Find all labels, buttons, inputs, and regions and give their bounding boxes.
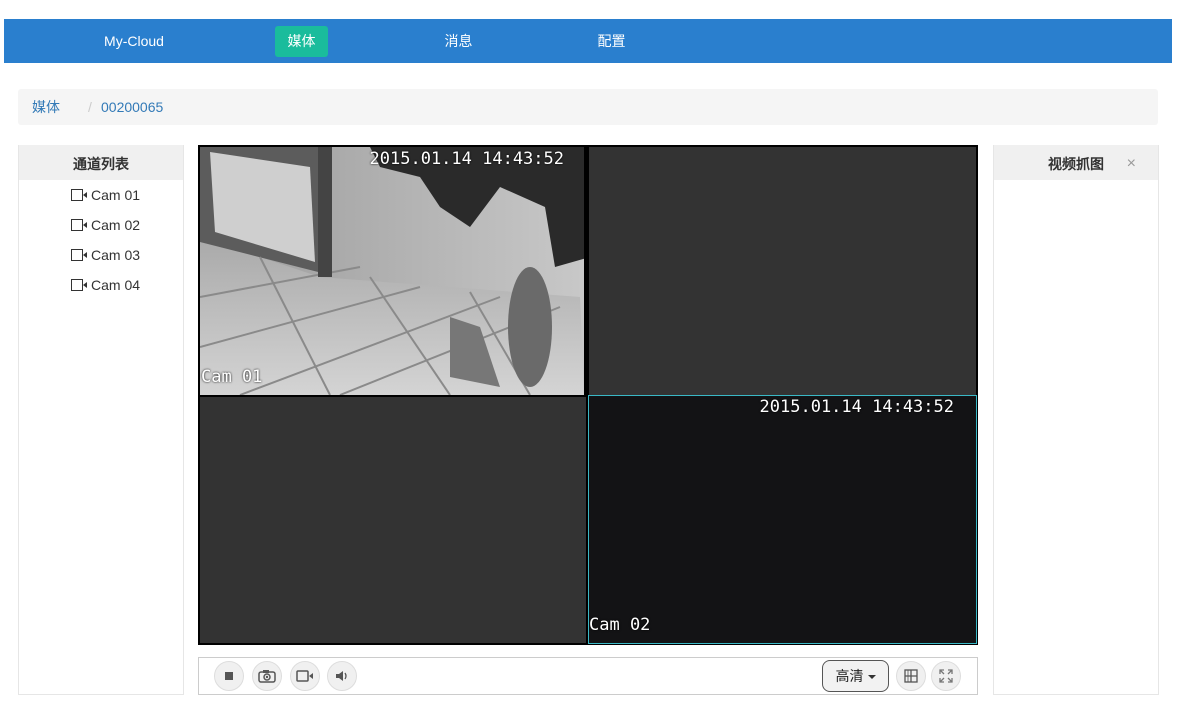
stop-button[interactable]	[214, 661, 244, 691]
camera-icon	[71, 246, 88, 266]
snapshot-button[interactable]	[252, 661, 282, 691]
top-navbar: My-Cloud 媒体 消息 配置	[4, 19, 1172, 63]
layout-button[interactable]	[896, 661, 926, 691]
nav-item-config[interactable]: 配置	[585, 26, 638, 57]
volume-button[interactable]	[327, 661, 357, 691]
nav-item-messages[interactable]: 消息	[432, 26, 485, 57]
stop-icon	[225, 672, 233, 680]
video-tile-3[interactable]	[200, 397, 586, 643]
camera-icon	[71, 216, 88, 236]
breadcrumb-current: 00200065	[101, 99, 164, 115]
nav-item-media[interactable]: 媒体	[275, 26, 328, 57]
channel-label: Cam 02	[91, 217, 141, 233]
record-icon	[296, 670, 313, 682]
channel-label: Cam 04	[91, 277, 141, 293]
camera-feed-image	[200, 147, 584, 395]
channel-label: Cam 01	[91, 187, 141, 203]
breadcrumb-separator: /	[88, 99, 92, 115]
video-tile-4-selected[interactable]: 2015.01.14 14:43:52 Cam 02	[588, 395, 977, 644]
snapshot-panel: 视频抓图 ×	[993, 145, 1159, 695]
channel-item-cam-02[interactable]: Cam 02	[71, 215, 140, 235]
channel-list-panel: 通道列表 Cam 01 Cam 02 Cam 03 Cam 04	[18, 145, 184, 695]
snapshot-panel-header: 视频抓图 ×	[994, 145, 1158, 180]
channel-label: Cam 03	[91, 247, 141, 263]
channel-list-title: 通道列表	[19, 145, 183, 180]
caret-down-icon	[867, 675, 876, 680]
video-grid: 2015.01.14 14:43:52 Cam 01 2015.01.14 14…	[198, 145, 978, 645]
tile-timestamp: 2015.01.14 14:43:52	[369, 149, 564, 169]
volume-icon	[336, 671, 347, 681]
fullscreen-button[interactable]	[931, 661, 961, 691]
camera-icon	[71, 276, 88, 296]
breadcrumb-media-link[interactable]: 媒体	[32, 89, 60, 125]
channel-item-cam-03[interactable]: Cam 03	[71, 245, 140, 265]
player-control-bar: 高清	[198, 657, 978, 695]
brand-link[interactable]: My-Cloud	[86, 26, 182, 57]
camera-icon	[71, 186, 88, 206]
fullscreen-icon	[939, 669, 953, 683]
video-tile-1[interactable]: 2015.01.14 14:43:52 Cam 01	[200, 147, 584, 395]
layout-grid-icon	[904, 669, 918, 683]
video-tile-2[interactable]	[589, 147, 976, 395]
record-button[interactable]	[290, 661, 320, 691]
channel-item-cam-04[interactable]: Cam 04	[71, 275, 140, 295]
snapshot-icon	[258, 670, 276, 683]
tile-timestamp: 2015.01.14 14:43:52	[759, 397, 954, 417]
quality-label: 高清	[835, 668, 864, 684]
close-icon[interactable]: ×	[1127, 145, 1136, 183]
quality-dropdown[interactable]: 高清	[822, 660, 889, 692]
channel-item-cam-01[interactable]: Cam 01	[71, 185, 140, 205]
snapshot-panel-title: 视频抓图	[1048, 156, 1104, 172]
breadcrumb: 媒体 / 00200065	[18, 89, 1158, 125]
tile-camera-label: Cam 02	[589, 615, 651, 635]
tile-camera-label: Cam 01	[201, 367, 263, 387]
